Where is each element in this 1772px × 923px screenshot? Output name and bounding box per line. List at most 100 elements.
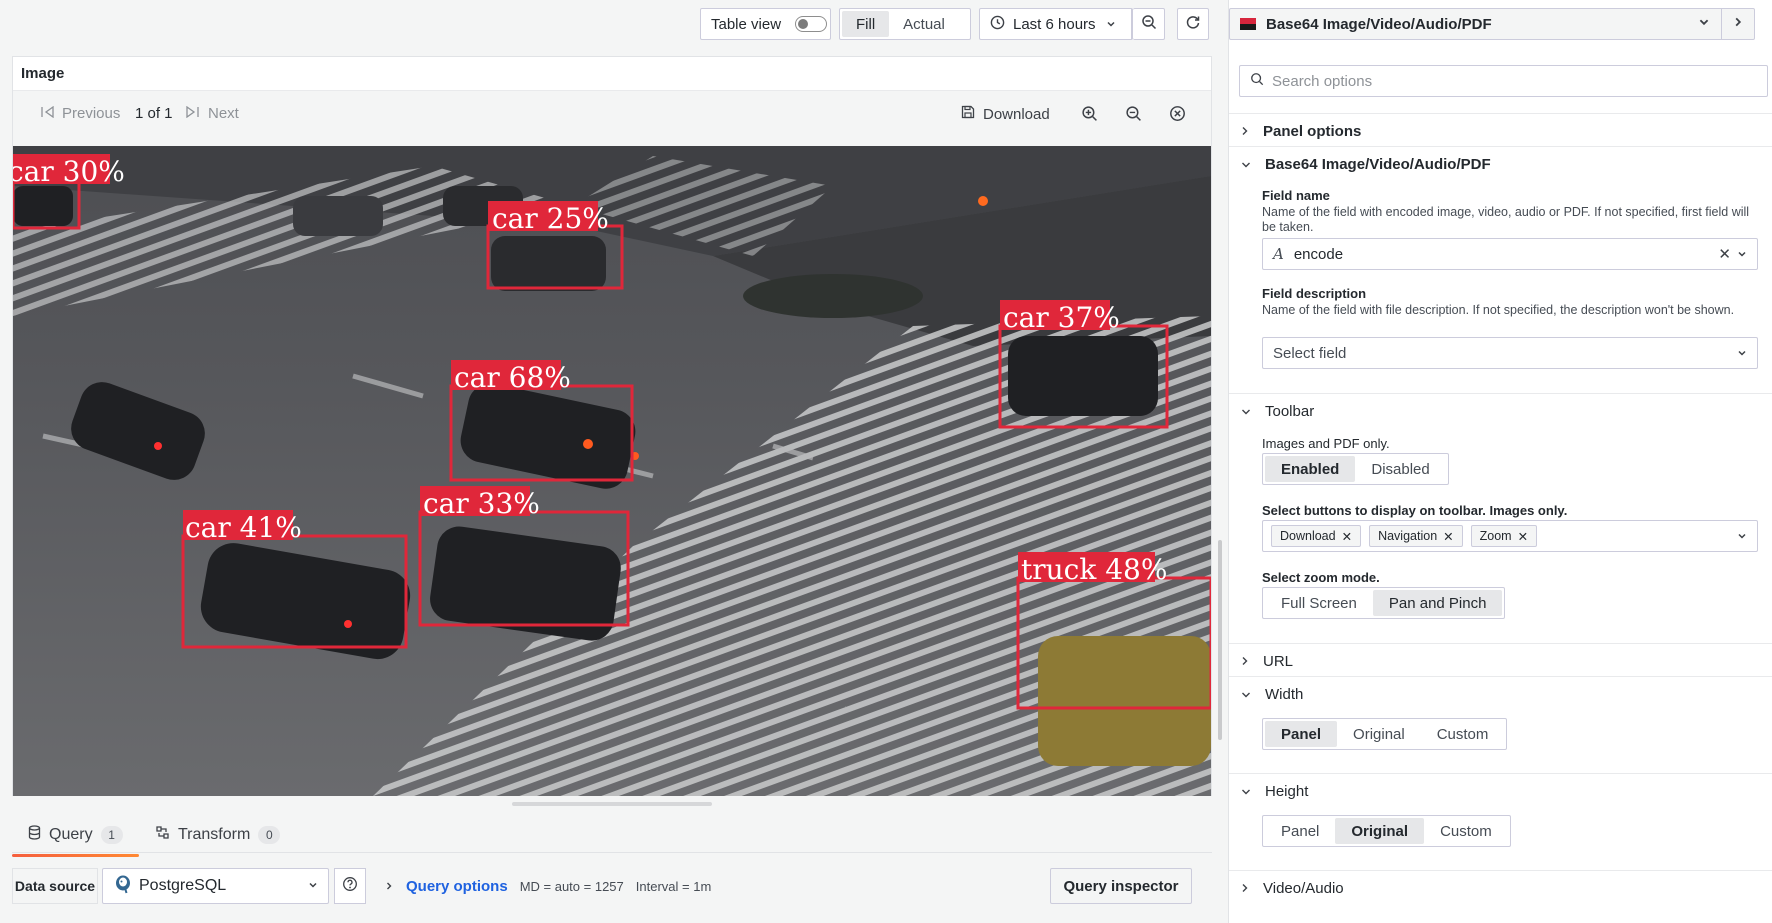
width-section-header[interactable]: Width [1241,686,1303,703]
detection-label: car 37% [1003,301,1120,334]
zoom-mode-label: Select zoom mode. [1262,570,1380,585]
zoom-full-screen-option[interactable]: Full Screen [1265,590,1373,616]
save-icon [961,105,975,123]
time-range-picker[interactable]: Last 6 hours [979,8,1133,40]
refresh-button[interactable] [1177,8,1209,40]
next-label: Next [208,105,239,122]
previous-button[interactable]: Previous [39,105,120,122]
actual-button[interactable]: Actual [889,11,959,37]
zoom-out-button[interactable] [1125,105,1142,126]
tab-query-count: 1 [100,826,123,844]
remove-tag-icon[interactable]: ✕ [1443,529,1453,544]
database-icon [28,825,41,845]
chevron-right-icon [384,879,394,894]
field-name-description: Name of the field with encoded image, vi… [1262,205,1750,234]
plugin-section-header[interactable]: Base64 Image/Video/Audio/PDF [1241,156,1491,173]
refresh-icon [1185,14,1201,34]
remove-tag-icon[interactable]: ✕ [1342,529,1352,544]
toolbar-buttons-multiselect[interactable]: Download ✕ Navigation ✕ Zoom ✕ [1262,520,1758,552]
resize-splitter[interactable] [512,802,712,806]
height-radio-group: Panel Original Custom [1262,815,1511,847]
zoom-mode-radio-group: Full Screen Pan and Pinch [1262,587,1506,619]
query-row: Data source PostgreSQL Query options MD … [12,868,1212,904]
chevron-right-icon [1241,123,1249,140]
chevron-down-icon [1241,783,1251,800]
toolbar-disabled-option[interactable]: Disabled [1355,456,1445,482]
query-tabs: Query 1 Transform 0 [12,815,1212,857]
detection-label: car 25% [492,202,609,235]
tag-navigation: Navigation ✕ [1369,525,1463,547]
toolbar-section-header[interactable]: Toolbar [1241,403,1314,420]
chevron-down-icon [1698,15,1710,32]
height-section-header[interactable]: Height [1241,783,1308,800]
field-name-select[interactable]: A encode ✕ [1262,238,1758,270]
height-section: Height Panel Original Custom [1229,773,1772,871]
chevron-right-icon [1241,880,1249,897]
url-section[interactable]: URL [1229,643,1772,677]
tab-query[interactable]: Query 1 [12,825,139,857]
search-placeholder: Search options [1272,72,1373,90]
interval-text: Interval = 1m [635,878,712,894]
video-audio-section[interactable]: Video/Audio [1229,870,1772,910]
panel-title: Image [21,65,65,82]
download-label: Download [983,105,1050,123]
query-inspector-button[interactable]: Query inspector [1050,868,1192,904]
previous-icon [39,105,55,122]
clear-icon[interactable]: ✕ [1718,245,1731,263]
tab-transform[interactable]: Transform 0 [155,825,281,845]
chevron-down-icon [1737,246,1747,263]
fill-button[interactable]: Fill [842,11,890,37]
toolbar-section: Toolbar Images and PDF only. Enabled Dis… [1229,393,1772,643]
height-original-option[interactable]: Original [1335,818,1425,844]
data-source-select[interactable]: PostgreSQL [102,868,329,904]
chevron-right-icon[interactable] [1732,15,1744,32]
panel-scrollbar[interactable] [1218,540,1222,740]
remove-tag-icon[interactable]: ✕ [1518,529,1528,544]
toggle-switch[interactable] [795,16,828,32]
next-button[interactable]: Next [185,105,239,122]
image-toolbar: Previous 1 of 1 Next Download [13,90,1211,146]
toolbar-enabled-option[interactable]: Enabled [1265,456,1356,482]
tab-transform-label: Transform [178,826,251,843]
traffic-image[interactable]: car 30% car 25% car 37% car 68% car 41% … [13,146,1211,796]
width-original-option[interactable]: Original [1337,721,1421,747]
field-description-select[interactable]: Select field [1262,337,1758,369]
chevron-down-icon [1737,528,1747,545]
field-description-placeholder: Select field [1273,344,1347,362]
zoom-out-icon [1141,14,1157,34]
height-custom-option[interactable]: Custom [1424,818,1508,844]
zoom-in-button[interactable] [1081,105,1098,126]
close-circle-icon [1169,105,1186,126]
previous-label: Previous [62,105,121,122]
reset-zoom-button[interactable] [1169,105,1186,126]
detection-label: car 41% [185,511,302,544]
width-panel-option[interactable]: Panel [1265,721,1338,747]
section-title: Base64 Image/Video/Audio/PDF [1265,156,1491,173]
fill-actual-switch: Fill Actual [839,8,971,40]
height-panel-option[interactable]: Panel [1265,818,1335,844]
section-title: Width [1265,686,1304,703]
field-description-label: Field description [1262,286,1367,301]
chevron-down-icon [1241,686,1251,703]
detection-label: car 30% [13,155,125,188]
data-source-value: PostgreSQL [139,877,227,894]
section-title: URL [1263,653,1294,670]
visualization-picker[interactable]: Base64 Image/Video/Audio/PDF [1229,8,1755,40]
zoom-pan-pinch-option[interactable]: Pan and Pinch [1372,590,1503,616]
download-button[interactable]: Download [961,105,1050,123]
width-custom-option[interactable]: Custom [1421,721,1505,747]
data-source-help-button[interactable] [334,868,366,904]
query-options-link[interactable]: Query options [406,878,508,895]
chevron-down-icon [308,877,318,895]
section-title: Toolbar [1265,403,1315,420]
table-view-toggle[interactable]: Table view [700,8,831,40]
chevron-down-icon [1737,345,1747,362]
zoom-out-time-button[interactable] [1133,8,1165,40]
visualization-name: Base64 Image/Video/Audio/PDF [1266,15,1492,33]
tab-query-label: Query [49,826,93,843]
panel-options-section[interactable]: Panel options [1229,113,1772,147]
field-name-value: encode [1293,245,1344,263]
search-options-input[interactable]: Search options [1239,65,1768,97]
width-section: Width Panel Original Custom [1229,676,1772,774]
next-icon [185,105,201,122]
